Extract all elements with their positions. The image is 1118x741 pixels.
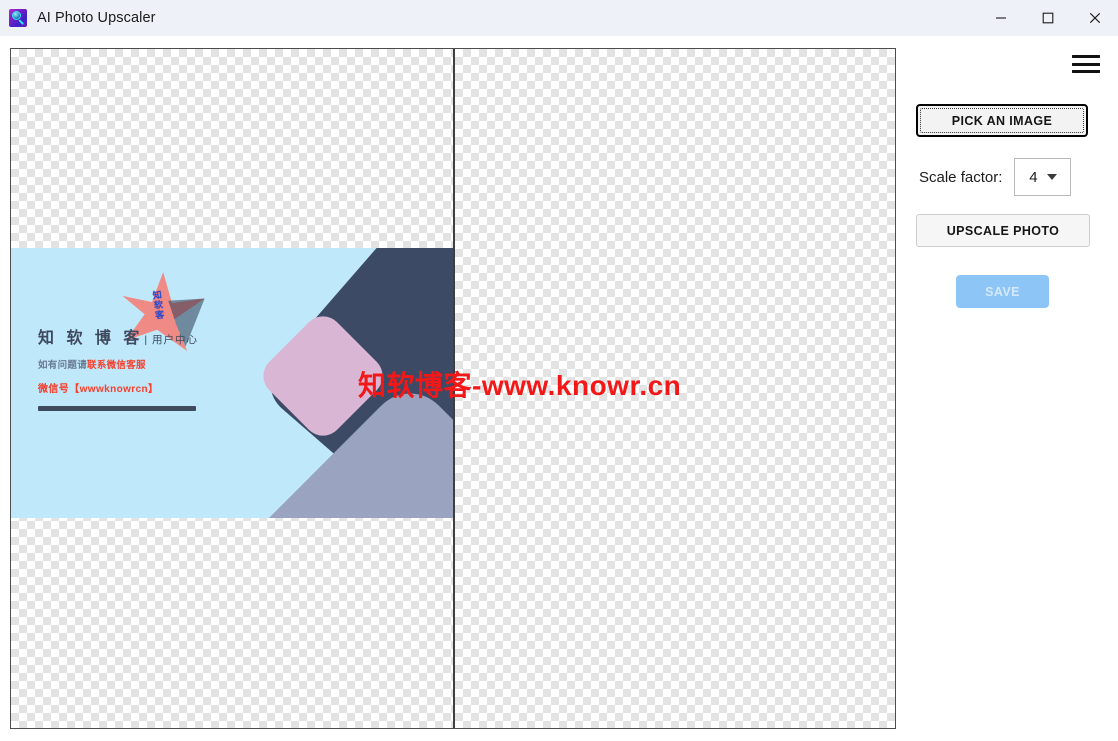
illustration-contact-accent: 联系微信客服	[87, 360, 146, 371]
save-button: SAVE	[956, 275, 1049, 308]
hamburger-line-3	[1072, 70, 1100, 73]
illustration-title: 知 软 博 客	[38, 330, 144, 347]
upscaled-image-pane[interactable]	[455, 49, 895, 728]
control-panel: PICK AN IMAGE Scale factor: 4 UPSCALE PH…	[906, 36, 1118, 741]
hamburger-line-1	[1072, 55, 1100, 58]
app-magnifier-icon	[9, 9, 27, 27]
close-button[interactable]	[1071, 0, 1118, 36]
maximize-button[interactable]	[1024, 0, 1071, 36]
window-title: AI Photo Upscaler	[37, 10, 156, 26]
scale-factor-label: Scale factor:	[919, 168, 1003, 186]
pick-an-image-button[interactable]: PICK AN IMAGE	[916, 104, 1088, 137]
window-controls	[977, 0, 1118, 36]
maximize-icon	[1042, 12, 1053, 24]
original-image-pane[interactable]: 知软客 知 软 博 客 | 用户中心 如有问题请联系微信客服 微信号【wwwkn…	[11, 49, 453, 728]
illustration-underline-bar	[38, 406, 196, 411]
illustration-subtitle: | 用户中心	[144, 334, 198, 346]
scale-factor-value: 4	[1029, 168, 1038, 186]
main-content: 知软客 知 软 博 客 | 用户中心 如有问题请联系微信客服 微信号【wwwkn…	[0, 36, 1118, 741]
minimize-button[interactable]	[977, 0, 1024, 36]
upscale-photo-label: UPSCALE PHOTO	[946, 223, 1060, 238]
pick-an-image-label: PICK AN IMAGE	[951, 113, 1053, 128]
preview-area: 知软客 知 软 博 客 | 用户中心 如有问题请联系微信客服 微信号【wwwkn…	[10, 48, 896, 729]
save-label: SAVE	[985, 284, 1020, 299]
hamburger-line-2	[1072, 62, 1100, 66]
chevron-down-icon	[1046, 174, 1057, 180]
hamburger-menu-icon[interactable]	[1072, 53, 1100, 75]
app-icon-handle	[18, 19, 25, 26]
illustration-contact-plain: 如有问题请	[38, 360, 88, 371]
illustration-contact-line: 如有问题请联系微信客服	[38, 357, 238, 371]
scale-factor-select[interactable]: 4	[1014, 158, 1072, 196]
scale-factor-row: Scale factor: 4	[919, 158, 1105, 196]
title-bar: AI Photo Upscaler	[0, 0, 1118, 36]
illustration-text-block: 知 软 博 客 | 用户中心 如有问题请联系微信客服 微信号【wwwknowrc…	[38, 324, 238, 411]
loaded-source-image: 知软客 知 软 博 客 | 用户中心 如有问题请联系微信客服 微信号【wwwkn…	[11, 248, 453, 518]
upscale-photo-button[interactable]: UPSCALE PHOTO	[916, 214, 1090, 247]
close-icon	[1089, 12, 1100, 24]
minimize-icon	[995, 17, 1006, 19]
illustration-wechat-line: 微信号【wwwknowrcn】	[38, 384, 159, 395]
illustration-title-row: 知 软 博 客 | 用户中心	[38, 324, 238, 348]
